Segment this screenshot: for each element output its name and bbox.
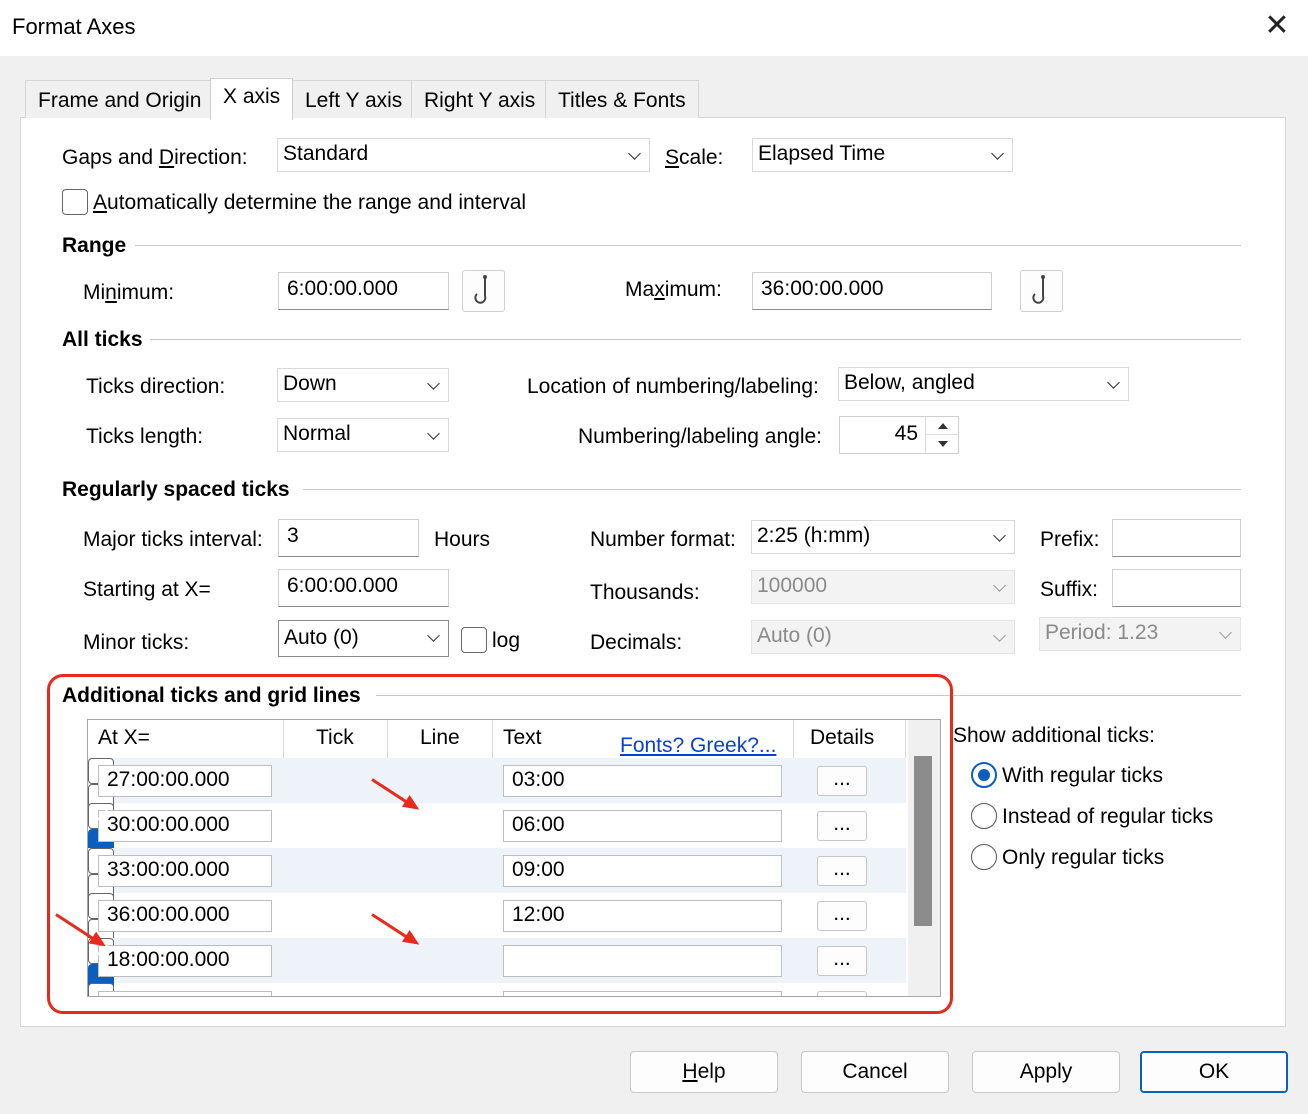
angle-label: Numbering/labeling angle: bbox=[578, 425, 822, 448]
maximum-label: Maximum: bbox=[625, 278, 722, 301]
decimals-select: Auto (0) bbox=[751, 620, 1015, 654]
radio-only-regular-label: Only regular ticks bbox=[1002, 846, 1165, 869]
radio-instead-of-regular-label: Instead of regular ticks bbox=[1002, 805, 1214, 828]
starting-at-input[interactable]: 6:00:00.000 bbox=[278, 569, 449, 607]
chevron-down-icon bbox=[1219, 626, 1232, 639]
radio-only-regular[interactable] bbox=[971, 844, 997, 870]
minor-ticks-label: Minor ticks: bbox=[83, 631, 190, 654]
ok-button[interactable]: OK bbox=[1140, 1051, 1288, 1093]
annotation-highlight-box bbox=[47, 674, 953, 1014]
show-additional-label: Show additional ticks: bbox=[953, 724, 1155, 747]
scale-select[interactable]: Elapsed Time bbox=[752, 138, 1013, 172]
prefix-input[interactable] bbox=[1112, 519, 1241, 557]
chevron-down-icon bbox=[991, 147, 1004, 160]
chevron-down-icon bbox=[993, 579, 1006, 592]
auto-range-checkbox[interactable] bbox=[62, 189, 88, 215]
chevron-down-icon bbox=[427, 377, 440, 390]
close-icon[interactable]: ✕ bbox=[1262, 11, 1292, 42]
chevron-down-icon bbox=[1107, 376, 1120, 389]
minimum-hook-button[interactable] bbox=[462, 270, 505, 312]
thousands-label: Thousands: bbox=[590, 581, 700, 604]
ticks-length-label: Ticks length: bbox=[86, 425, 204, 448]
log-checkbox[interactable] bbox=[461, 627, 487, 653]
suffix-input[interactable] bbox=[1112, 569, 1241, 607]
minor-ticks-select[interactable]: Auto (0) bbox=[278, 620, 449, 657]
number-format-select[interactable]: 2:25 (h:mm) bbox=[751, 520, 1015, 554]
regular-ticks-heading: Regularly spaced ticks bbox=[62, 478, 290, 501]
hook-icon bbox=[1032, 275, 1045, 304]
cancel-button[interactable]: Cancel bbox=[801, 1051, 949, 1093]
angle-value: 45 bbox=[894, 422, 918, 445]
starting-at-label: Starting at X= bbox=[83, 578, 211, 601]
scale-label: Scale: bbox=[665, 146, 724, 169]
spin-down-icon[interactable] bbox=[925, 435, 959, 453]
radio-with-regular[interactable] bbox=[971, 762, 997, 788]
window-title: Format Axes bbox=[12, 14, 136, 39]
apply-button[interactable]: Apply bbox=[972, 1051, 1120, 1093]
maximum-hook-button[interactable] bbox=[1020, 270, 1063, 312]
hook-icon bbox=[474, 275, 487, 304]
ticks-direction-select[interactable]: Down bbox=[277, 368, 449, 402]
suffix-label: Suffix: bbox=[1040, 578, 1098, 601]
auto-range-label: Automatically determine the range and in… bbox=[93, 191, 527, 214]
minimum-label: Minimum: bbox=[83, 281, 175, 304]
chevron-down-icon bbox=[993, 629, 1006, 642]
spin-up-icon[interactable] bbox=[925, 417, 959, 435]
all-ticks-separator bbox=[150, 339, 1241, 340]
radio-instead-of-regular[interactable] bbox=[971, 803, 997, 829]
thousands-select: 100000 bbox=[751, 570, 1015, 604]
tab-right-y-axis[interactable]: Right Y axis bbox=[411, 80, 549, 118]
tab-frame-and-origin[interactable]: Frame and Origin bbox=[25, 80, 215, 118]
decimals-label: Decimals: bbox=[590, 631, 683, 654]
angle-spinner[interactable]: 45 bbox=[839, 416, 959, 454]
chevron-down-icon bbox=[993, 529, 1006, 542]
range-separator bbox=[135, 245, 1241, 246]
chevron-down-icon bbox=[427, 629, 440, 642]
range-heading: Range bbox=[62, 234, 127, 257]
ticks-length-select[interactable]: Normal bbox=[277, 418, 449, 452]
log-label: log bbox=[492, 629, 521, 652]
tab-left-y-axis[interactable]: Left Y axis bbox=[292, 80, 416, 118]
tab-x-axis[interactable]: X axis bbox=[210, 78, 294, 120]
minimum-input[interactable]: 6:00:00.000 bbox=[278, 272, 449, 310]
all-ticks-heading: All ticks bbox=[62, 328, 143, 351]
location-select[interactable]: Below, angled bbox=[838, 367, 1129, 401]
gaps-direction-label: Gaps and Direction: bbox=[62, 146, 248, 169]
chevron-down-icon bbox=[628, 147, 641, 160]
tab-titles-fonts[interactable]: Titles & Fonts bbox=[545, 80, 699, 118]
radio-with-regular-label: With regular ticks bbox=[1002, 764, 1164, 787]
chevron-down-icon bbox=[427, 427, 440, 440]
gaps-direction-select[interactable]: Standard bbox=[277, 138, 650, 172]
major-interval-input[interactable]: 3 bbox=[278, 519, 419, 557]
regular-ticks-separator bbox=[303, 489, 1241, 490]
location-label: Location of numbering/labeling: bbox=[527, 375, 819, 398]
period-select: Period: 1.23 bbox=[1039, 617, 1241, 651]
ticks-direction-label: Ticks direction: bbox=[86, 375, 226, 398]
number-format-label: Number format: bbox=[590, 528, 736, 551]
title-bar bbox=[0, 0, 1308, 56]
major-interval-unit: Hours bbox=[434, 528, 491, 551]
help-button[interactable]: Help bbox=[630, 1051, 778, 1093]
prefix-label: Prefix: bbox=[1040, 528, 1100, 551]
major-interval-label: Major ticks interval: bbox=[83, 528, 263, 551]
maximum-input[interactable]: 36:00:00.000 bbox=[752, 272, 992, 310]
